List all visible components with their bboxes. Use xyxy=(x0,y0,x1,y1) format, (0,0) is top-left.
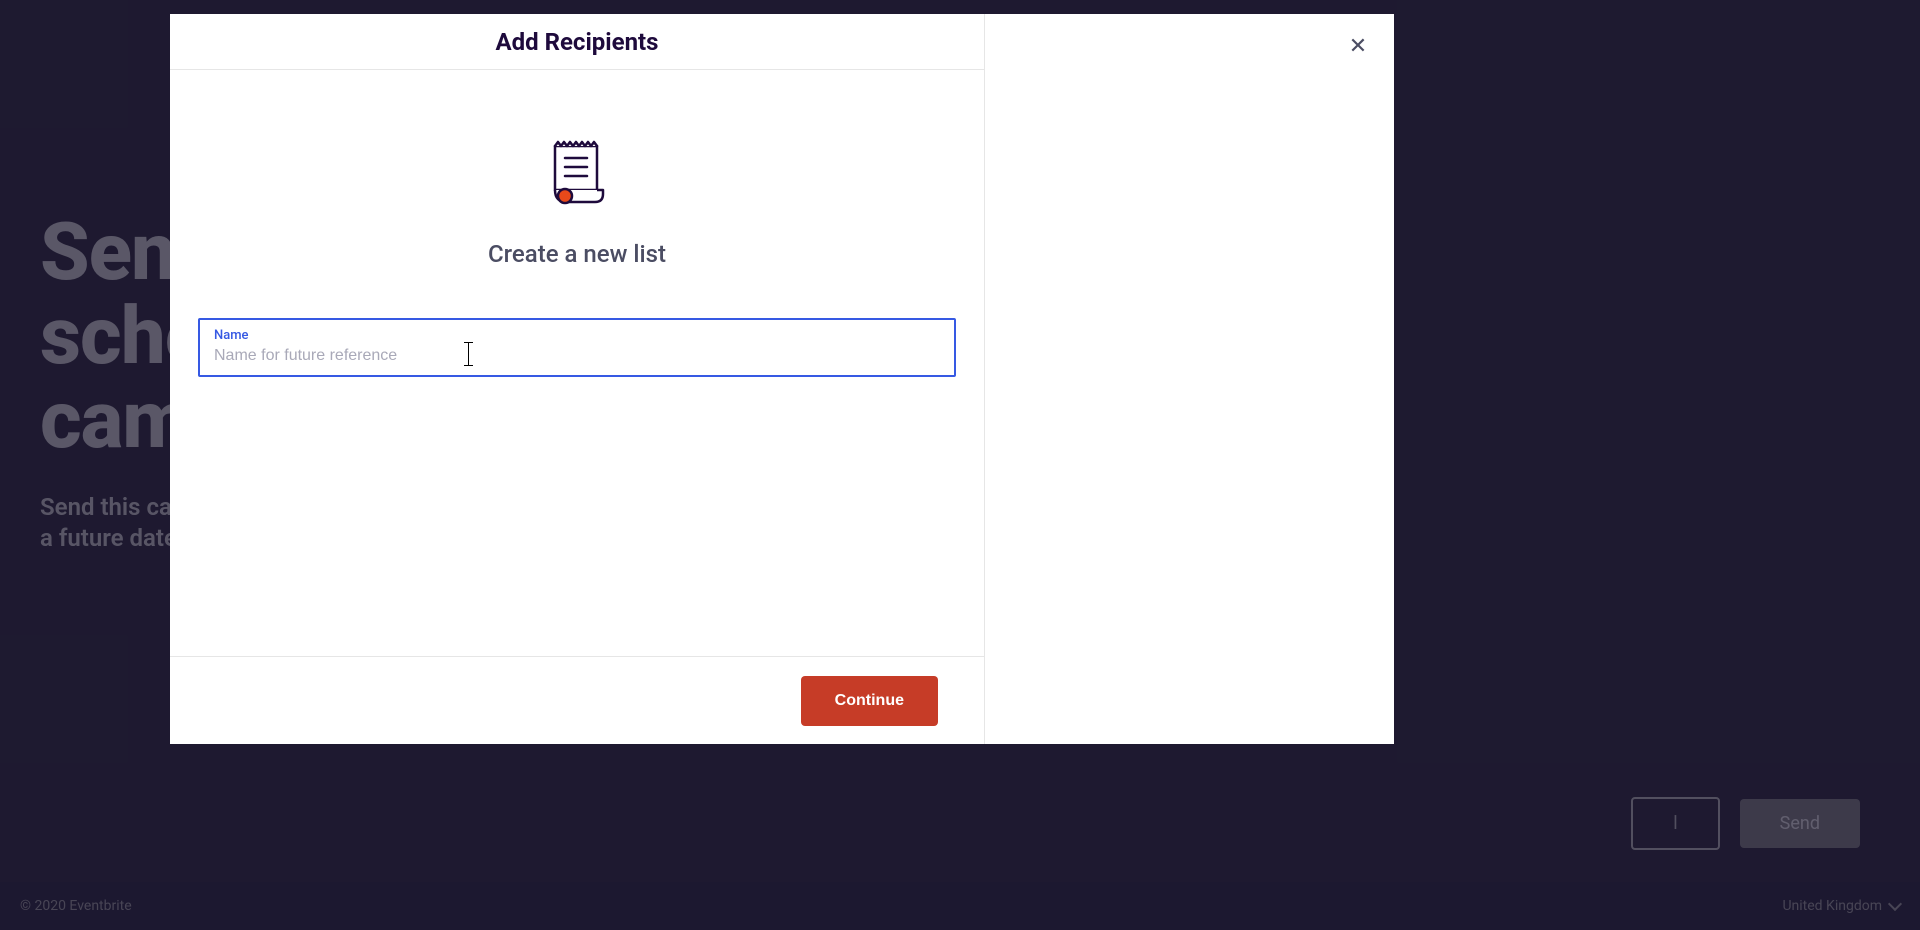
close-icon: ✕ xyxy=(1349,33,1367,59)
modal-content: Create a new list Name xyxy=(170,70,984,656)
modal-right-panel: ✕ xyxy=(985,14,1394,744)
name-input[interactable] xyxy=(214,347,940,365)
continue-button[interactable]: Continue xyxy=(801,676,938,726)
modal-footer: Continue xyxy=(170,656,984,744)
modal-body: Add Recipients Create a new list xyxy=(170,14,1394,744)
create-list-heading: Create a new list xyxy=(488,240,666,268)
list-scroll-icon xyxy=(547,140,607,210)
name-input-wrapper[interactable]: Name xyxy=(198,318,956,377)
add-recipients-modal: Add Recipients Create a new list xyxy=(170,14,1394,744)
close-button[interactable]: ✕ xyxy=(1346,34,1370,58)
modal-header: Add Recipients xyxy=(170,14,984,70)
modal-title: Add Recipients xyxy=(495,28,658,56)
name-input-label: Name xyxy=(214,328,940,343)
modal-left-panel: Add Recipients Create a new list xyxy=(170,14,985,744)
